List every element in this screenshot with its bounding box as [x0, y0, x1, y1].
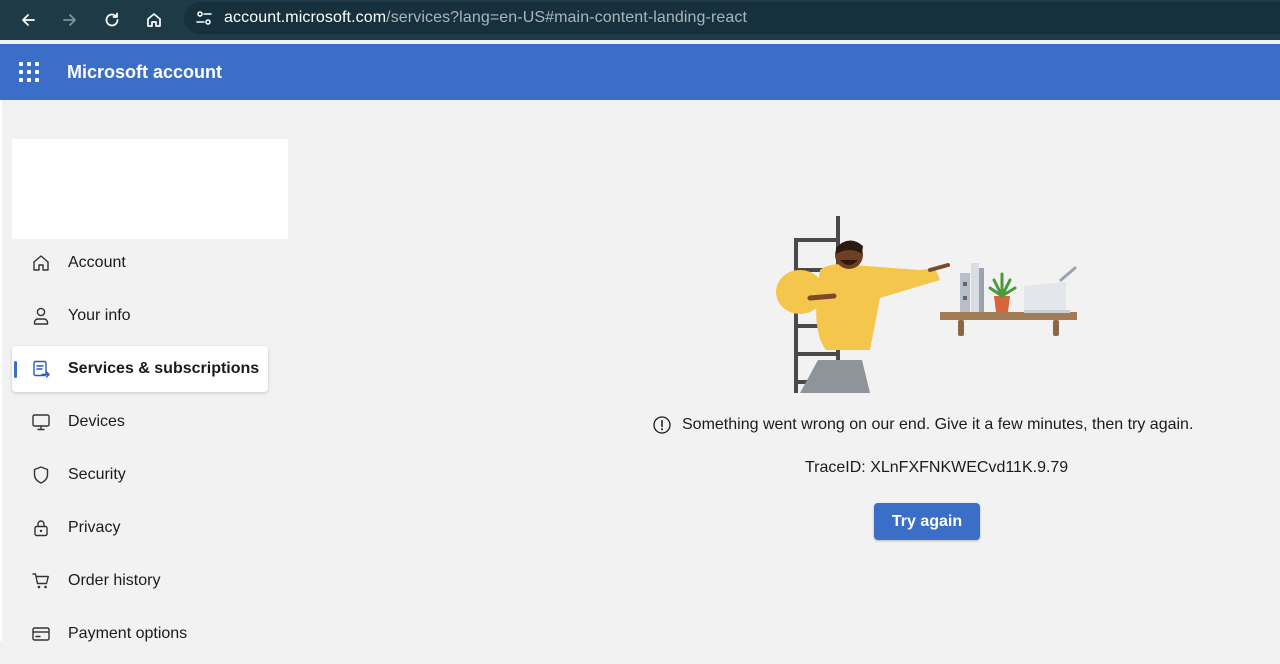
site-info-button[interactable] [190, 4, 218, 32]
error-message-row: Something went wrong on our end. Give it… [652, 413, 1193, 437]
sidebar-item-security[interactable]: Security [12, 452, 272, 498]
app-title[interactable]: Microsoft account [67, 62, 222, 83]
active-indicator [14, 361, 17, 378]
person-icon [30, 305, 52, 327]
home-button[interactable] [134, 2, 174, 38]
reload-icon [105, 12, 119, 27]
subscriptions-icon [30, 358, 52, 380]
reload-button[interactable] [92, 2, 132, 38]
lock-icon [30, 517, 52, 539]
card-icon [30, 623, 52, 645]
sidebar-item-order-history[interactable]: Order history [12, 558, 272, 604]
info-icon [653, 416, 671, 434]
site-info-icon [196, 11, 212, 25]
sidebar-item-label: Payment options [68, 625, 188, 642]
home-icon [30, 252, 52, 274]
address-bar[interactable]: account.microsoft.com/services?lang=en-U… [184, 2, 1280, 34]
url-host: account.microsoft.com [224, 9, 387, 26]
sidebar-item-services-subscriptions[interactable]: Services & subscriptions [12, 346, 268, 392]
browser-toolbar: account.microsoft.com/services?lang=en-U… [0, 0, 1280, 40]
url-text[interactable]: account.microsoft.com/services?lang=en-U… [224, 9, 747, 27]
sidebar-item-privacy[interactable]: Privacy [12, 505, 272, 551]
sidebar-item-label: Account [68, 254, 126, 271]
sidebar-item-payment-options[interactable]: Payment options [12, 611, 272, 657]
sidebar-item-label: Security [68, 466, 126, 483]
try-again-button[interactable]: Try again [874, 503, 980, 540]
profile-card [12, 139, 288, 239]
home-icon [147, 13, 161, 27]
sidebar-item-your-info[interactable]: Your info [12, 293, 272, 339]
sidebar-item-account[interactable]: Account [12, 240, 272, 286]
app-launcher-icon[interactable] [19, 62, 39, 82]
back-button[interactable] [8, 2, 48, 38]
sidebar-item-label: Privacy [68, 519, 121, 536]
sidebar-item-label: Order history [68, 572, 161, 589]
shield-icon [30, 464, 52, 486]
monitor-icon [30, 411, 52, 433]
sidebar-item-devices[interactable]: Devices [12, 399, 272, 445]
app-header: Microsoft account [0, 44, 1280, 100]
sidebar-item-label: Your info [68, 307, 131, 324]
sidebar-item-label: Services & subscriptions [68, 360, 260, 377]
error-illustration [776, 216, 1077, 393]
back-icon [22, 14, 35, 26]
forward-icon [63, 14, 76, 26]
error-message: Something went wrong on our end. Give it… [682, 416, 1194, 433]
url-path: /services?lang=en-US#main-content-landin… [386, 9, 748, 26]
sidebar-item-label: Devices [68, 413, 125, 430]
window-edge [0, 100, 2, 641]
forward-button[interactable] [50, 2, 90, 38]
cart-icon [30, 570, 52, 592]
trace-id: TraceID: XLnFXFNKWECvd11K.9.79 [805, 459, 1069, 476]
sidebar-nav: Account Your info Services & subscriptio… [12, 240, 272, 664]
